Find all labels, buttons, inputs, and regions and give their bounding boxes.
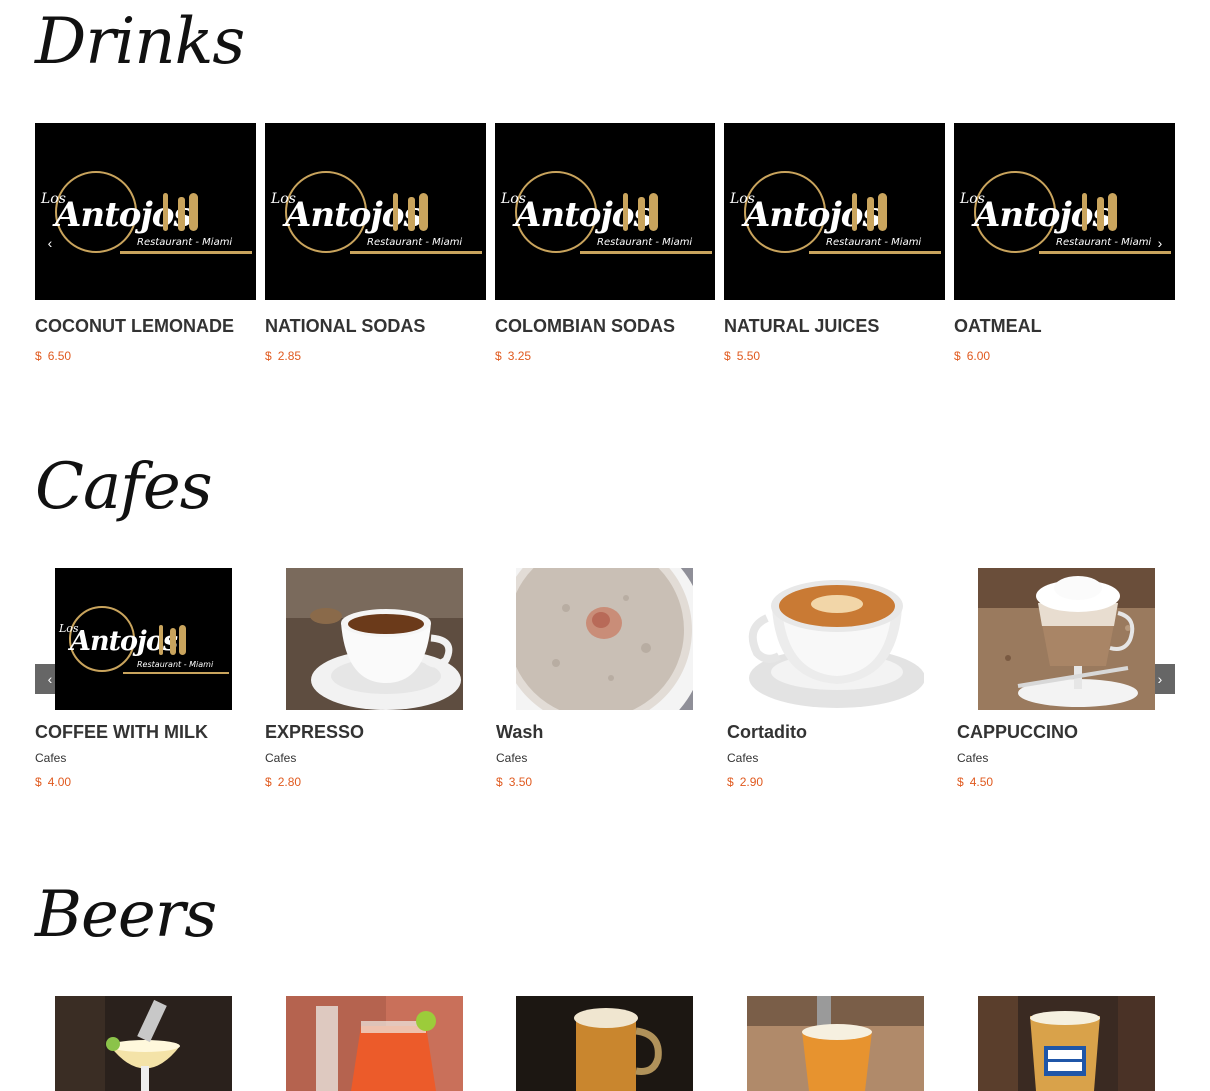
item-price: $2.90 bbox=[727, 775, 764, 789]
menu-item-card[interactable] bbox=[747, 996, 924, 1091]
product-image[interactable] bbox=[286, 996, 463, 1091]
item-name[interactable]: CAPPUCCINO bbox=[957, 722, 1178, 743]
cortadito-photo bbox=[747, 568, 924, 710]
item-price: $5.50 bbox=[724, 349, 761, 363]
product-image[interactable]: Los Antojos Restaurant - Miami › bbox=[954, 123, 1175, 300]
carousel-next-button[interactable]: › bbox=[1145, 228, 1175, 258]
item-name[interactable]: NATIONAL SODAS bbox=[265, 316, 486, 337]
menu-item-card[interactable] bbox=[516, 996, 693, 1091]
item-name[interactable]: COCONUT LEMONADE bbox=[35, 316, 256, 337]
menu-item-card[interactable] bbox=[286, 996, 463, 1091]
chevron-right-icon: › bbox=[1157, 235, 1163, 251]
draft-beer-photo bbox=[747, 996, 924, 1091]
product-image[interactable] bbox=[516, 996, 693, 1091]
drinks-carousel: Los Antojos Restaurant - Miami ‹ COCONUT… bbox=[35, 123, 1175, 383]
beers-carousel bbox=[35, 996, 1175, 1091]
product-image[interactable]: Los Antojos Restaurant - Miami bbox=[495, 123, 715, 300]
menu-item-card[interactable]: EXPRESSO Cafes $2.80 bbox=[265, 568, 486, 789]
item-category: Cafes bbox=[727, 751, 759, 765]
antojos-logo: Los Antojos Restaurant - Miami bbox=[724, 123, 945, 300]
product-image[interactable] bbox=[747, 568, 924, 710]
menu-item-card[interactable]: CAPPUCCINO Cafes $4.50 bbox=[957, 568, 1178, 789]
cappuccino-photo bbox=[978, 568, 1155, 710]
cafes-carousel: ‹ › Los Antojos Restaurant - Miami COFFE… bbox=[35, 568, 1175, 828]
item-name[interactable]: Cortadito bbox=[727, 722, 948, 743]
espresso-photo bbox=[286, 568, 463, 710]
product-image[interactable] bbox=[747, 996, 924, 1091]
item-name[interactable]: COLOMBIAN SODAS bbox=[495, 316, 715, 337]
menu-item-card[interactable]: Los Antojos Restaurant - Miami › OATMEAL… bbox=[954, 123, 1175, 363]
item-name[interactable]: NATURAL JUICES bbox=[724, 316, 945, 337]
product-image[interactable]: Los Antojos Restaurant - Miami bbox=[724, 123, 945, 300]
product-image[interactable]: Los Antojos Restaurant - Miami ‹ bbox=[35, 123, 256, 300]
product-image[interactable]: Los Antojos Restaurant - Miami bbox=[55, 568, 232, 710]
product-image[interactable] bbox=[286, 568, 463, 710]
antojos-logo: Los Antojos Restaurant - Miami bbox=[954, 123, 1175, 300]
item-name[interactable]: OATMEAL bbox=[954, 316, 1175, 337]
item-category: Cafes bbox=[35, 751, 67, 765]
section-title-beers: Beers bbox=[35, 878, 217, 952]
antojos-logo: Los Antojos Restaurant - Miami bbox=[495, 123, 715, 300]
item-price: $6.00 bbox=[954, 349, 991, 363]
product-image[interactable] bbox=[978, 996, 1155, 1091]
item-category: Cafes bbox=[957, 751, 989, 765]
item-price: $2.85 bbox=[265, 349, 302, 363]
menu-item-card[interactable]: Los Antojos Restaurant - Miami COFFEE WI… bbox=[35, 568, 256, 789]
menu-item-card[interactable]: Wash Cafes $3.50 bbox=[496, 568, 717, 789]
wash-coffee-photo bbox=[516, 568, 693, 710]
product-image[interactable] bbox=[55, 996, 232, 1091]
product-image[interactable]: Los Antojos Restaurant - Miami bbox=[265, 123, 486, 300]
carousel-prev-button[interactable]: ‹ bbox=[35, 228, 65, 258]
item-name[interactable]: EXPRESSO bbox=[265, 722, 486, 743]
antojos-logo: Los Antojos Restaurant - Miami bbox=[265, 123, 486, 300]
menu-item-card[interactable]: Los Antojos Restaurant - Miami COLOMBIAN… bbox=[495, 123, 715, 363]
item-price: $3.25 bbox=[495, 349, 532, 363]
antojos-logo: Los Antojos Restaurant - Miami bbox=[55, 568, 232, 710]
item-name[interactable]: Wash bbox=[496, 722, 717, 743]
item-name[interactable]: COFFEE WITH MILK bbox=[35, 722, 256, 743]
item-price: $4.00 bbox=[35, 775, 72, 789]
menu-item-card[interactable] bbox=[55, 996, 232, 1091]
product-image[interactable] bbox=[978, 568, 1155, 710]
product-image[interactable] bbox=[516, 568, 693, 710]
bud-light-photo bbox=[978, 996, 1155, 1091]
beer-mug-photo bbox=[516, 996, 693, 1091]
beer-cocktail-photo bbox=[55, 996, 232, 1091]
chevron-left-icon: ‹ bbox=[47, 235, 53, 251]
menu-item-card[interactable]: Cortadito Cafes $2.90 bbox=[727, 568, 948, 789]
section-title-drinks: Drinks bbox=[35, 5, 245, 79]
menu-item-card[interactable] bbox=[978, 996, 1155, 1091]
menu-item-card[interactable]: Los Antojos Restaurant - Miami ‹ COCONUT… bbox=[35, 123, 256, 363]
item-price: $4.50 bbox=[957, 775, 994, 789]
item-category: Cafes bbox=[265, 751, 297, 765]
antojos-logo: Los Antojos Restaurant - Miami bbox=[35, 123, 256, 300]
michelada-photo bbox=[286, 996, 463, 1091]
section-title-cafes: Cafes bbox=[35, 450, 213, 524]
item-price: $3.50 bbox=[496, 775, 533, 789]
item-category: Cafes bbox=[496, 751, 528, 765]
menu-item-card[interactable]: Los Antojos Restaurant - Miami NATIONAL … bbox=[265, 123, 486, 363]
item-price: $2.80 bbox=[265, 775, 302, 789]
menu-item-card[interactable]: Los Antojos Restaurant - Miami NATURAL J… bbox=[724, 123, 945, 363]
item-price: $6.50 bbox=[35, 349, 72, 363]
